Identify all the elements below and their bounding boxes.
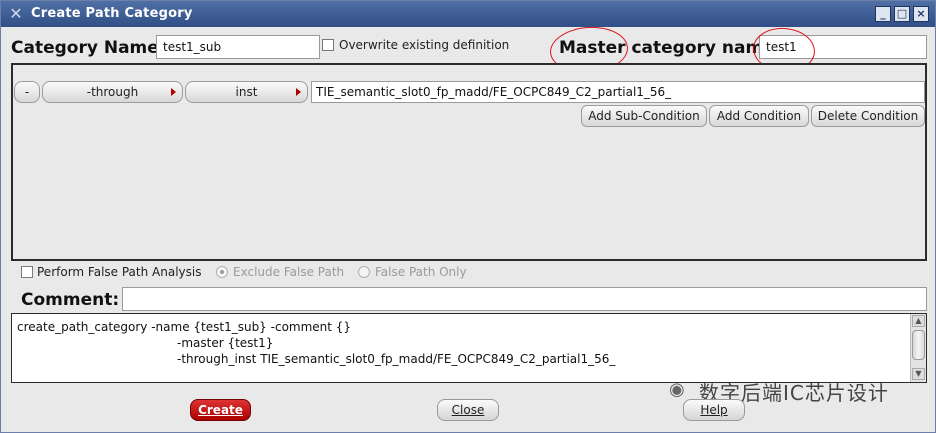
add-sub-condition-button[interactable]: Add Sub-Condition: [581, 105, 707, 127]
comment-input[interactable]: [122, 287, 927, 311]
dropdown-arrow-icon: [296, 88, 301, 96]
overwrite-checkbox[interactable]: [322, 39, 334, 51]
through-dropdown-label: -through: [86, 85, 139, 99]
false-path-only-label: False Path Only: [375, 265, 467, 279]
overwrite-label: Overwrite existing definition: [339, 38, 510, 52]
through-dropdown[interactable]: -through: [42, 81, 183, 103]
close-button[interactable]: Close: [437, 399, 499, 421]
command-line-2: -master {test1}: [177, 336, 274, 350]
command-scrollbar[interactable]: ▲ ▼: [910, 314, 926, 382]
help-button[interactable]: Help: [683, 399, 745, 421]
wechat-icon: ◉: [669, 379, 685, 400]
close-window-button[interactable]: ×: [913, 6, 929, 22]
window-title: Create Path Category: [31, 6, 193, 21]
command-line-3: -through_inst TIE_semantic_slot0_fp_madd…: [177, 352, 616, 366]
create-button[interactable]: Create: [190, 399, 251, 421]
command-preview[interactable]: create_path_category -name {test1_sub} -…: [11, 313, 927, 383]
command-line-1: create_path_category -name {test1_sub} -…: [17, 320, 352, 334]
create-path-category-window: ✕ Create Path Category _ □ × Category Na…: [0, 0, 936, 433]
title-bar: ✕ Create Path Category _ □ ×: [1, 1, 935, 27]
exclude-false-path-label: Exclude False Path: [233, 265, 345, 279]
comment-label: Comment:: [21, 290, 120, 310]
scroll-down-icon[interactable]: ▼: [912, 368, 925, 380]
path-input[interactable]: [311, 81, 925, 103]
scroll-up-icon[interactable]: ▲: [912, 315, 925, 327]
category-name-label: Category Name:: [11, 38, 166, 58]
false-path-checkbox[interactable]: [21, 266, 33, 278]
inst-dropdown[interactable]: inst: [185, 81, 308, 103]
remove-condition-button[interactable]: -: [14, 81, 40, 103]
false-path-only-radio[interactable]: [358, 266, 370, 278]
scroll-thumb[interactable]: [912, 330, 925, 360]
exclude-false-path-radio[interactable]: [216, 266, 228, 278]
add-condition-button[interactable]: Add Condition: [709, 105, 809, 127]
minimize-button[interactable]: _: [875, 6, 891, 22]
category-name-input[interactable]: [156, 35, 320, 59]
delete-condition-button[interactable]: Delete Condition: [811, 105, 925, 127]
dropdown-arrow-icon: [171, 88, 176, 96]
inst-dropdown-label: inst: [235, 85, 258, 99]
conditions-panel: - -through inst Add Sub-Condition Add Co…: [11, 63, 927, 261]
maximize-button[interactable]: □: [894, 6, 910, 22]
app-icon: ✕: [9, 4, 23, 23]
false-path-label: Perform False Path Analysis: [37, 265, 202, 279]
